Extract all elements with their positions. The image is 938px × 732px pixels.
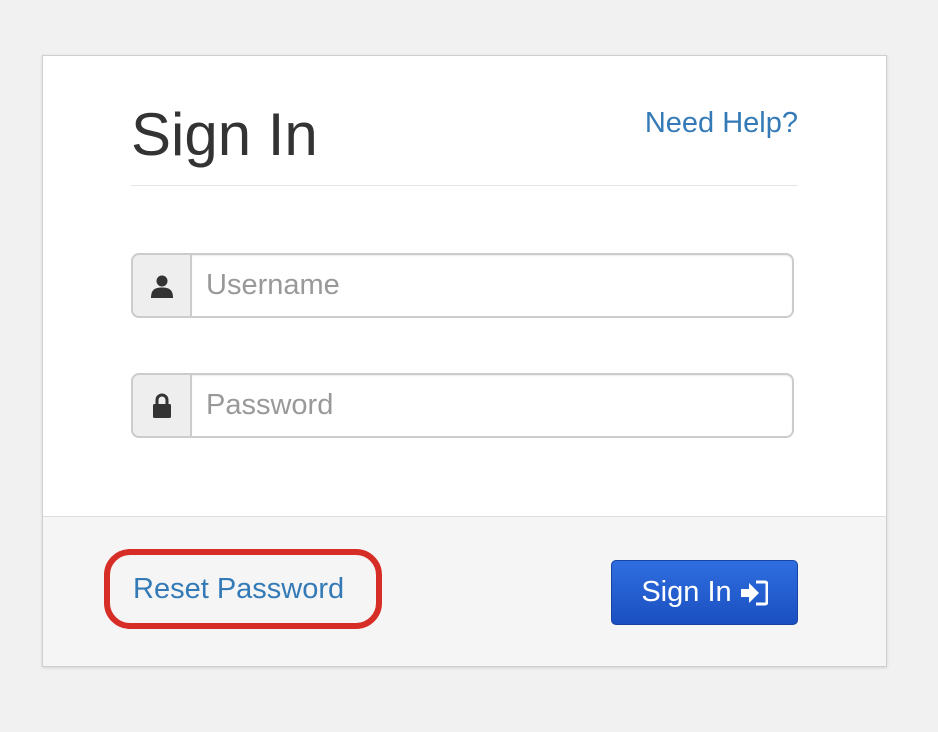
lock-icon [152,393,171,418]
page-title: Sign In [131,101,318,168]
header-divider [131,185,798,186]
need-help-link[interactable]: Need Help? [645,106,798,140]
card-body: Sign In Need Help? [43,56,886,516]
sign-in-card: Sign In Need Help? Reset Passwo [42,55,887,667]
card-footer: Reset Password Sign In [43,516,886,666]
username-addon [131,253,190,318]
password-input[interactable] [190,373,794,438]
user-icon [150,275,173,298]
reset-password-link[interactable]: Reset Password [133,572,344,606]
username-input[interactable] [190,253,794,318]
password-input-group [131,373,794,438]
sign-in-button-label: Sign In [641,576,732,608]
password-addon [131,373,190,438]
sign-in-button[interactable]: Sign In [611,560,798,625]
username-input-group [131,253,794,318]
sign-in-icon [740,580,768,605]
